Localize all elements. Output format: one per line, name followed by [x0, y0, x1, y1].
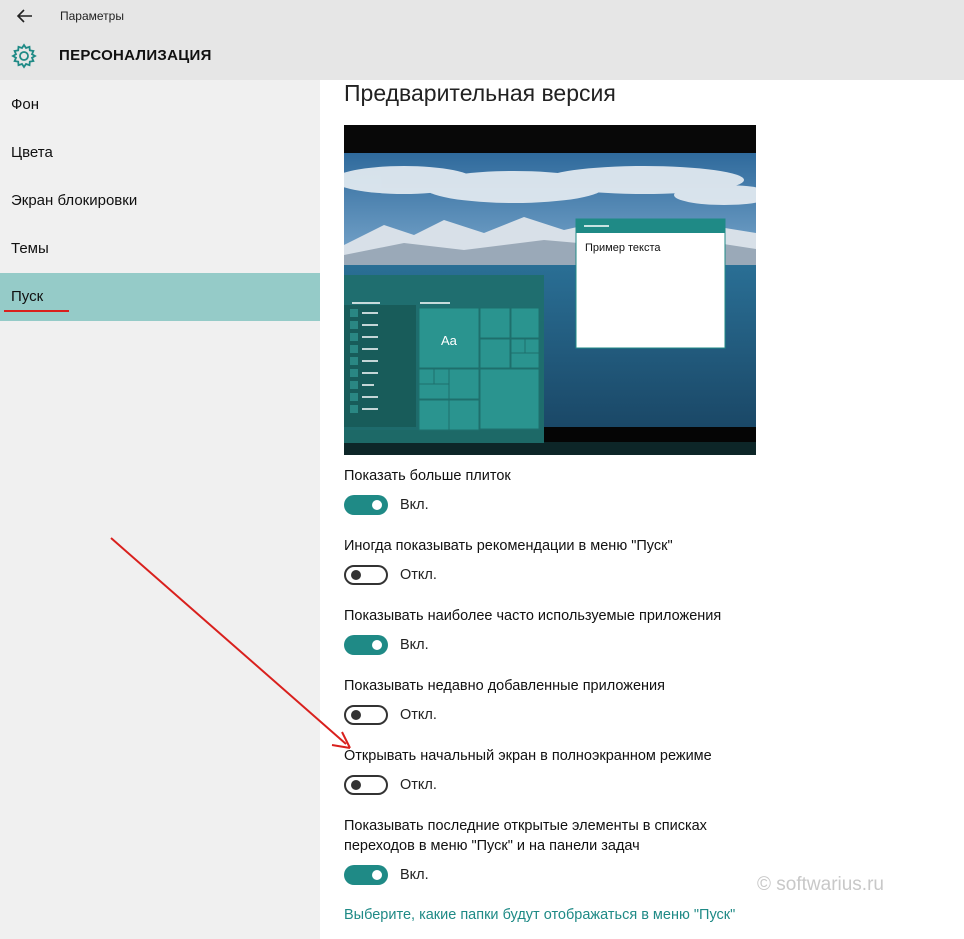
sidebar-item-themes[interactable]: Темы: [0, 225, 320, 273]
sidebar-item-label: Темы: [11, 240, 49, 257]
watermark: © softwarius.ru: [757, 874, 884, 895]
toggle-fullscreen-start[interactable]: [344, 775, 388, 795]
option-label-more-tiles: Показать больше плиток: [344, 468, 511, 484]
option-label-most-used: Показывать наиболее часто используемые п…: [344, 608, 722, 624]
sidebar-item-background[interactable]: Фон: [0, 81, 320, 129]
annotation-underline: [4, 310, 69, 312]
toggle-state-text: Откл.: [400, 567, 437, 583]
sidebar-item-start[interactable]: Пуск: [0, 273, 320, 321]
toggle-knob: [351, 570, 361, 580]
gear-icon: [11, 43, 37, 69]
toggle-state-text: Вкл.: [400, 637, 429, 653]
sidebar-item-colors[interactable]: Цвета: [0, 129, 320, 177]
sidebar-item-label: Пуск: [11, 288, 44, 305]
choose-folders-link[interactable]: Выберите, какие папки будут отображаться…: [344, 907, 735, 923]
toggle-knob: [372, 640, 382, 650]
toggle-jump-lists[interactable]: [344, 865, 388, 885]
app-title: Параметры: [60, 9, 124, 23]
section-title: ПЕРСОНАЛИЗАЦИЯ: [59, 47, 212, 64]
page-heading: Предварительная версия: [344, 80, 616, 106]
option-label-suggestions: Иногда показывать рекомендации в меню "П…: [344, 538, 673, 554]
preview-sample-text: Пример текста: [585, 242, 661, 254]
sidebar-item-label: Экран блокировки: [11, 192, 138, 209]
toggle-recently-added[interactable]: [344, 705, 388, 725]
title-bar: Параметры ПЕРСОНАЛИЗАЦИЯ: [0, 0, 964, 80]
toggle-most-used[interactable]: [344, 635, 388, 655]
toggle-state-text: Вкл.: [400, 497, 429, 513]
sidebar-item-lock-screen[interactable]: Экран блокировки: [0, 177, 320, 225]
toggle-knob: [351, 780, 361, 790]
toggle-state-text: Откл.: [400, 777, 437, 793]
toggle-state-text: Вкл.: [400, 867, 429, 883]
sidebar-item-label: Фон: [11, 96, 40, 113]
option-label-jump-lists-line1: Показывать последние открытые элементы в…: [344, 818, 707, 834]
preview-tile-text: Aa: [441, 333, 458, 348]
toggle-knob: [372, 870, 382, 880]
preview-illustration: Aa Пример текста: [344, 125, 756, 455]
option-label-jump-lists-line2: переходов в меню "Пуск" и на панели зада…: [344, 838, 640, 854]
toggle-more-tiles[interactable]: [344, 495, 388, 515]
toggle-knob: [372, 500, 382, 510]
toggle-knob: [351, 710, 361, 720]
toggle-state-text: Откл.: [400, 707, 437, 723]
option-label-recently-added: Показывать недавно добавленные приложени…: [344, 678, 665, 694]
option-label-fullscreen-start: Открывать начальный экран в полноэкранно…: [344, 748, 712, 764]
sidebar-item-label: Цвета: [11, 144, 53, 161]
start-preview: Aa Пример текста: [344, 125, 756, 455]
back-arrow-icon[interactable]: [14, 6, 36, 26]
toggle-suggestions[interactable]: [344, 565, 388, 585]
